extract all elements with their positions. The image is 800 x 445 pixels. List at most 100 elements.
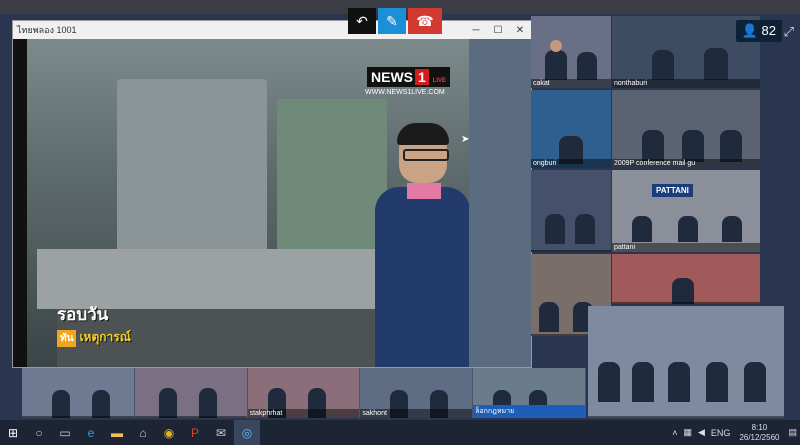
participant-figure <box>158 388 177 418</box>
language-indicator[interactable]: ENG <box>711 428 731 438</box>
strip-tile[interactable]: sakhont <box>360 368 473 418</box>
participant-tile-8[interactable] <box>612 254 760 304</box>
caption-line2: เหตุการณ์ <box>79 330 131 344</box>
participant-figure <box>545 50 567 80</box>
tile-label: sakhont <box>360 409 473 418</box>
edge-browser-icon[interactable]: e <box>78 420 104 445</box>
tile-label <box>531 250 611 252</box>
participant-tile-1[interactable]: cakat <box>531 16 611 88</box>
participant-figure <box>52 390 70 418</box>
chrome-icon[interactable]: ◉ <box>156 420 182 445</box>
news-video[interactable]: NEWS 1 LIVE WWW.NEWS1LIVE.COM รอบวัน ทันเ… <box>27 39 469 367</box>
machine-table <box>37 249 387 309</box>
participant-figure <box>577 52 597 80</box>
tile-label <box>134 416 247 418</box>
expand-icon[interactable]: ⤢ <box>784 24 794 40</box>
search-icon[interactable]: ○ <box>26 420 52 445</box>
participant-face <box>550 40 562 52</box>
tile-label: cakat <box>531 79 611 88</box>
pattani-banner: PATTANI <box>652 184 693 197</box>
tile-label <box>612 302 760 304</box>
caption-badge: ทัน <box>57 330 77 347</box>
tile-label <box>22 416 134 418</box>
participant-figure <box>722 216 742 242</box>
mouse-cursor-icon: ➤ <box>461 134 470 145</box>
video-conference-app-icon[interactable]: ◎ <box>234 420 260 445</box>
collar <box>407 183 441 199</box>
screen: ↶ ✎ ☎ 👤 82 ⤢ ไทยพลอง 1001 ─ ☐ ✕ NEWS 1 L… <box>0 0 800 445</box>
participant-figure <box>632 216 652 242</box>
windows-start-icon[interactable]: ⊞ <box>0 420 26 445</box>
news-number: 1 <box>415 69 429 85</box>
participant-strip: stakphrhat sakhont ล็อกกฎหมาย <box>22 368 586 418</box>
tile-label: ongburi <box>531 159 611 168</box>
participant-figure <box>652 50 674 80</box>
maximize-button[interactable]: ☐ <box>487 25 509 36</box>
participant-figure <box>539 302 559 332</box>
video-window: ไทยพลอง 1001 ─ ☐ ✕ NEWS 1 LIVE WWW.NEWS1… <box>12 20 532 368</box>
call-controls: ↶ ✎ ☎ <box>348 8 442 34</box>
close-button[interactable]: ✕ <box>509 25 531 36</box>
clock-date: 26/12/2560 <box>739 432 780 442</box>
participant-figure <box>720 130 742 162</box>
person-icon: 👤 <box>741 23 758 38</box>
back-icon[interactable]: ↶ <box>348 8 376 34</box>
machine-background <box>277 99 387 249</box>
news-brand: NEWS <box>371 69 413 85</box>
task-view-icon[interactable]: ▭ <box>52 420 78 445</box>
participant-figure <box>598 362 620 402</box>
participant-tile-6[interactable]: PATTANI pattani <box>612 170 760 252</box>
participant-count: 82 <box>761 23 776 38</box>
glasses <box>403 149 449 161</box>
file-explorer-icon[interactable]: ▬ <box>104 420 130 445</box>
notification-icon[interactable]: ▤ <box>788 427 797 438</box>
participant-figure <box>706 362 728 402</box>
tile-label: ล็อกกฎหมาย <box>473 405 585 418</box>
participant-count-badge[interactable]: 👤 82 <box>735 20 782 42</box>
student-figure <box>375 123 469 367</box>
participant-figure <box>672 278 694 304</box>
participant-tile-5[interactable] <box>531 170 611 252</box>
taskbar: ⊞ ○ ▭ e ▬ ⌂ ◉ P ✉ ◎ ˄ ▦ ◀ ENG 8:10 26/12… <box>0 420 800 445</box>
participant-figure <box>575 214 595 244</box>
network-icon[interactable]: ▦ <box>683 427 692 438</box>
news-live: LIVE <box>432 78 447 84</box>
caption-line1: รอบวัน <box>57 305 109 324</box>
participant-tile-3[interactable]: ongburi <box>531 90 611 168</box>
hang-up-icon[interactable]: ☎ <box>408 8 442 34</box>
participant-figure <box>92 390 110 418</box>
program-caption: รอบวัน ทัน เหตุการณ์ <box>57 301 187 347</box>
minimize-button[interactable]: ─ <box>465 25 487 36</box>
participant-figure <box>668 362 690 402</box>
store-icon[interactable]: ⌂ <box>130 420 156 445</box>
window-titlebar: ไทยพลอง 1001 ─ ☐ ✕ <box>13 21 531 39</box>
participant-tile-9[interactable] <box>588 306 784 418</box>
powerpoint-icon[interactable]: P <box>182 420 208 445</box>
news1-logo: NEWS 1 LIVE <box>367 67 451 87</box>
hair <box>397 123 449 145</box>
participant-figure <box>545 214 565 244</box>
strip-tile[interactable] <box>134 368 247 418</box>
window-body: NEWS 1 LIVE WWW.NEWS1LIVE.COM รอบวัน ทันเ… <box>13 39 531 367</box>
tray-up-arrow-icon[interactable]: ˄ <box>672 428 677 438</box>
tile-label: stakphrhat <box>247 409 360 418</box>
participant-figure <box>682 130 704 162</box>
volume-icon[interactable]: ◀ <box>698 427 705 438</box>
window-side-panel <box>469 39 531 367</box>
news-url: WWW.NEWS1LIVE.COM <box>365 89 445 96</box>
clock[interactable]: 8:10 26/12/2560 <box>739 423 779 443</box>
tile-label: nonthaburi <box>612 79 760 88</box>
participant-figure <box>198 388 217 418</box>
tile-label: 2009P conference mail gu <box>612 159 760 168</box>
strip-tile[interactable]: stakphrhat <box>247 368 360 418</box>
participant-figure <box>632 362 654 402</box>
participant-figure <box>642 130 664 162</box>
strip-tile[interactable]: ล็อกกฎหมาย <box>473 368 585 418</box>
clock-time: 8:10 <box>751 422 768 432</box>
mail-icon[interactable]: ✉ <box>208 420 234 445</box>
tile-label: pattani <box>612 243 760 252</box>
participant-tile-4[interactable]: 2009P conference mail gu <box>612 90 760 168</box>
system-tray: ˄ ▦ ◀ ENG 8:10 26/12/2560 ▤ <box>669 420 800 445</box>
strip-tile[interactable] <box>22 368 134 418</box>
mic-muted-icon[interactable]: ✎ <box>378 8 406 34</box>
